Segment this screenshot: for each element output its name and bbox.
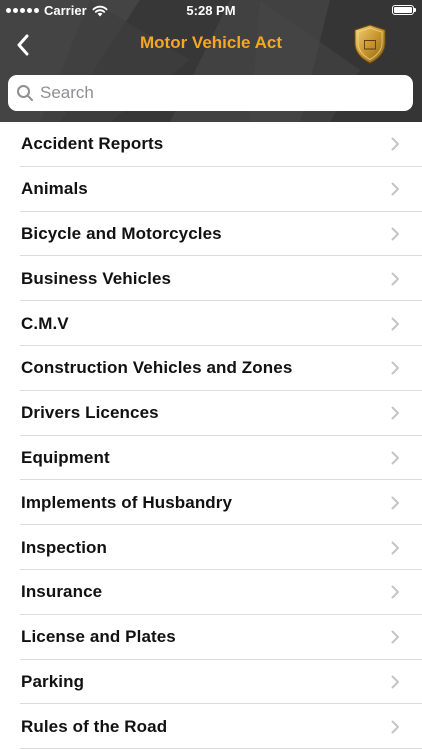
chevron-right-icon (391, 585, 399, 599)
search-icon (17, 85, 33, 101)
list-item[interactable]: C.M.V (0, 301, 422, 346)
list-item-label: Parking (21, 671, 85, 691)
chevron-right-icon (391, 496, 399, 510)
chevron-right-icon (391, 361, 399, 375)
chevron-right-icon (391, 675, 399, 689)
list-item-label: Inspection (21, 537, 108, 557)
list-item-label: C.M.V (21, 313, 69, 333)
header: Carrier 5:28 PM Motor Vehicle Act (0, 0, 422, 122)
chevron-right-icon (391, 630, 399, 644)
list-item[interactable]: Business Vehicles (0, 256, 422, 301)
list-item[interactable]: Insurance (0, 570, 422, 615)
search-input[interactable] (40, 78, 413, 108)
list-item-label: Implements of Husbandry (21, 492, 233, 512)
list-item[interactable]: Drivers Licences (0, 391, 422, 436)
shield-badge-icon (354, 24, 386, 64)
chevron-right-icon (391, 137, 399, 151)
chevron-right-icon (391, 720, 399, 734)
list-item-label: License and Plates (21, 627, 176, 647)
list-item[interactable]: Rules of the Road (0, 704, 422, 749)
list-item[interactable]: Implements of Husbandry (0, 480, 422, 525)
list-item-label: Bicycle and Motorcycles (21, 223, 222, 243)
list-item-label: Equipment (21, 447, 110, 467)
chevron-right-icon (391, 317, 399, 331)
list-item-label: Insurance (21, 582, 103, 602)
list-item[interactable]: Equipment (0, 436, 422, 481)
search-bar[interactable] (8, 75, 413, 111)
category-list: Accident Reports Animals Bicycle and Mot… (0, 122, 422, 749)
list-item[interactable]: Parking (0, 660, 422, 705)
list-item[interactable]: Construction Vehicles and Zones (0, 346, 422, 391)
status-bar: Carrier 5:28 PM (0, 0, 422, 22)
battery-icon (392, 5, 416, 15)
chevron-right-icon (391, 272, 399, 286)
status-time: 5:28 PM (186, 3, 236, 18)
list-item-label: Animals (21, 179, 88, 199)
list-item[interactable]: Animals (0, 167, 422, 212)
list-item-label: Accident Reports (21, 134, 164, 154)
chevron-right-icon (391, 406, 399, 420)
chevron-right-icon (391, 227, 399, 241)
list-item[interactable]: Bicycle and Motorcycles (0, 212, 422, 257)
list-item-label: Business Vehicles (21, 268, 172, 288)
chevron-right-icon (391, 182, 399, 196)
chevron-right-icon (391, 451, 399, 465)
list-item[interactable]: License and Plates (0, 615, 422, 660)
app-screen: Carrier 5:28 PM Motor Vehicle Act Search… (0, 0, 422, 750)
list-item[interactable]: Accident Reports (0, 122, 422, 167)
list-item-label: Drivers Licences (21, 403, 159, 423)
list-item[interactable]: Inspection (0, 525, 422, 570)
list-item-label: Rules of the Road (21, 716, 168, 736)
list-item-label: Construction Vehicles and Zones (21, 358, 293, 378)
chevron-right-icon (391, 541, 399, 555)
